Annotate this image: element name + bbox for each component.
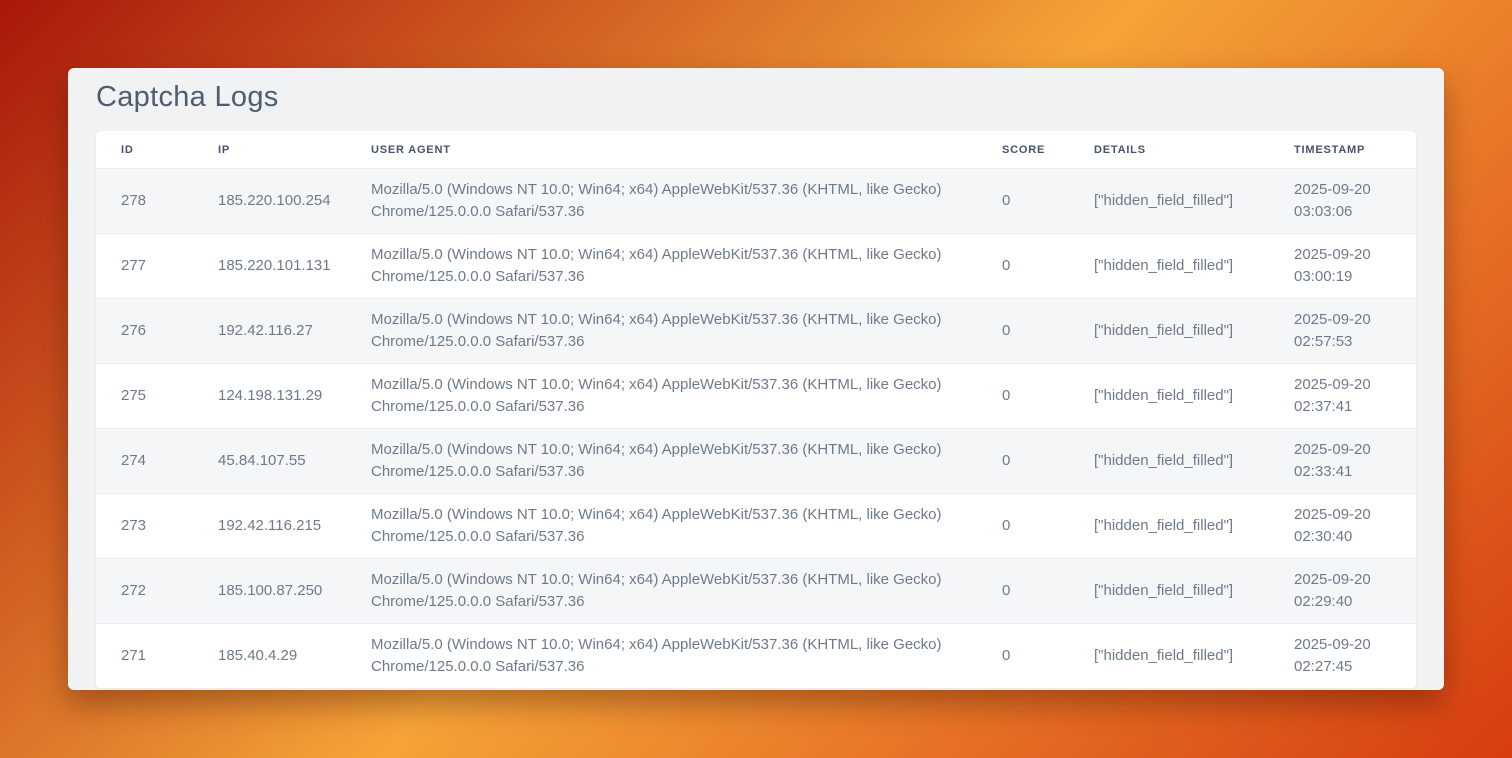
captcha-logs-table: IDIPUSER AGENTSCOREDETAILSTIMESTAMP 2781…	[96, 131, 1416, 689]
column-header-id: ID	[96, 131, 193, 169]
cell-timestamp: 2025-09-20 03:00:19	[1269, 234, 1416, 299]
table-head: IDIPUSER AGENTSCOREDETAILSTIMESTAMP	[96, 131, 1416, 169]
table-row: 27445.84.107.55Mozilla/5.0 (Windows NT 1…	[96, 429, 1416, 494]
cell-user_agent: Mozilla/5.0 (Windows NT 10.0; Win64; x64…	[346, 364, 977, 429]
cell-user_agent: Mozilla/5.0 (Windows NT 10.0; Win64; x64…	[346, 169, 977, 234]
cell-id: 276	[96, 299, 193, 364]
logs-table-container: IDIPUSER AGENTSCOREDETAILSTIMESTAMP 2781…	[96, 131, 1416, 689]
column-header-timestamp: TIMESTAMP	[1269, 131, 1416, 169]
table-row: 276192.42.116.27Mozilla/5.0 (Windows NT …	[96, 299, 1416, 364]
column-header-details: DETAILS	[1069, 131, 1269, 169]
cell-details: ["hidden_field_filled"]	[1069, 494, 1269, 559]
cell-id: 272	[96, 559, 193, 624]
cell-id: 271	[96, 624, 193, 689]
column-header-user_agent: USER AGENT	[346, 131, 977, 169]
cell-score: 0	[977, 559, 1069, 624]
table-row: 278185.220.100.254Mozilla/5.0 (Windows N…	[96, 169, 1416, 234]
cell-timestamp: 2025-09-20 02:30:40	[1269, 494, 1416, 559]
cell-timestamp: 2025-09-20 02:29:40	[1269, 559, 1416, 624]
cell-user_agent: Mozilla/5.0 (Windows NT 10.0; Win64; x64…	[346, 494, 977, 559]
cell-details: ["hidden_field_filled"]	[1069, 169, 1269, 234]
cell-id: 277	[96, 234, 193, 299]
cell-score: 0	[977, 429, 1069, 494]
table-body: 278185.220.100.254Mozilla/5.0 (Windows N…	[96, 169, 1416, 689]
cell-score: 0	[977, 494, 1069, 559]
cell-ip: 185.100.87.250	[193, 559, 346, 624]
table-row: 272185.100.87.250Mozilla/5.0 (Windows NT…	[96, 559, 1416, 624]
cell-id: 273	[96, 494, 193, 559]
cell-details: ["hidden_field_filled"]	[1069, 559, 1269, 624]
cell-ip: 185.220.101.131	[193, 234, 346, 299]
cell-ip: 192.42.116.215	[193, 494, 346, 559]
cell-score: 0	[977, 624, 1069, 689]
cell-score: 0	[977, 364, 1069, 429]
cell-details: ["hidden_field_filled"]	[1069, 624, 1269, 689]
cell-ip: 192.42.116.27	[193, 299, 346, 364]
cell-details: ["hidden_field_filled"]	[1069, 429, 1269, 494]
table-row: 273192.42.116.215Mozilla/5.0 (Windows NT…	[96, 494, 1416, 559]
cell-details: ["hidden_field_filled"]	[1069, 299, 1269, 364]
cell-user_agent: Mozilla/5.0 (Windows NT 10.0; Win64; x64…	[346, 429, 977, 494]
cell-score: 0	[977, 234, 1069, 299]
cell-user_agent: Mozilla/5.0 (Windows NT 10.0; Win64; x64…	[346, 299, 977, 364]
cell-timestamp: 2025-09-20 02:33:41	[1269, 429, 1416, 494]
table-row: 275124.198.131.29Mozilla/5.0 (Windows NT…	[96, 364, 1416, 429]
cell-score: 0	[977, 169, 1069, 234]
cell-user_agent: Mozilla/5.0 (Windows NT 10.0; Win64; x64…	[346, 559, 977, 624]
table-row: 271185.40.4.29Mozilla/5.0 (Windows NT 10…	[96, 624, 1416, 689]
cell-id: 274	[96, 429, 193, 494]
cell-ip: 185.40.4.29	[193, 624, 346, 689]
cell-timestamp: 2025-09-20 02:27:45	[1269, 624, 1416, 689]
captcha-logs-card: Captcha Logs IDIPUSER AGENTSCOREDETAILST…	[68, 68, 1444, 690]
page-title: Captcha Logs	[96, 80, 1416, 115]
column-header-ip: IP	[193, 131, 346, 169]
cell-timestamp: 2025-09-20 03:03:06	[1269, 169, 1416, 234]
cell-score: 0	[977, 299, 1069, 364]
cell-id: 275	[96, 364, 193, 429]
column-header-score: SCORE	[977, 131, 1069, 169]
cell-details: ["hidden_field_filled"]	[1069, 234, 1269, 299]
cell-ip: 185.220.100.254	[193, 169, 346, 234]
cell-timestamp: 2025-09-20 02:37:41	[1269, 364, 1416, 429]
cell-user_agent: Mozilla/5.0 (Windows NT 10.0; Win64; x64…	[346, 624, 977, 689]
table-header-row: IDIPUSER AGENTSCOREDETAILSTIMESTAMP	[96, 131, 1416, 169]
cell-ip: 45.84.107.55	[193, 429, 346, 494]
cell-user_agent: Mozilla/5.0 (Windows NT 10.0; Win64; x64…	[346, 234, 977, 299]
cell-timestamp: 2025-09-20 02:57:53	[1269, 299, 1416, 364]
cell-id: 278	[96, 169, 193, 234]
cell-ip: 124.198.131.29	[193, 364, 346, 429]
cell-details: ["hidden_field_filled"]	[1069, 364, 1269, 429]
table-row: 277185.220.101.131Mozilla/5.0 (Windows N…	[96, 234, 1416, 299]
